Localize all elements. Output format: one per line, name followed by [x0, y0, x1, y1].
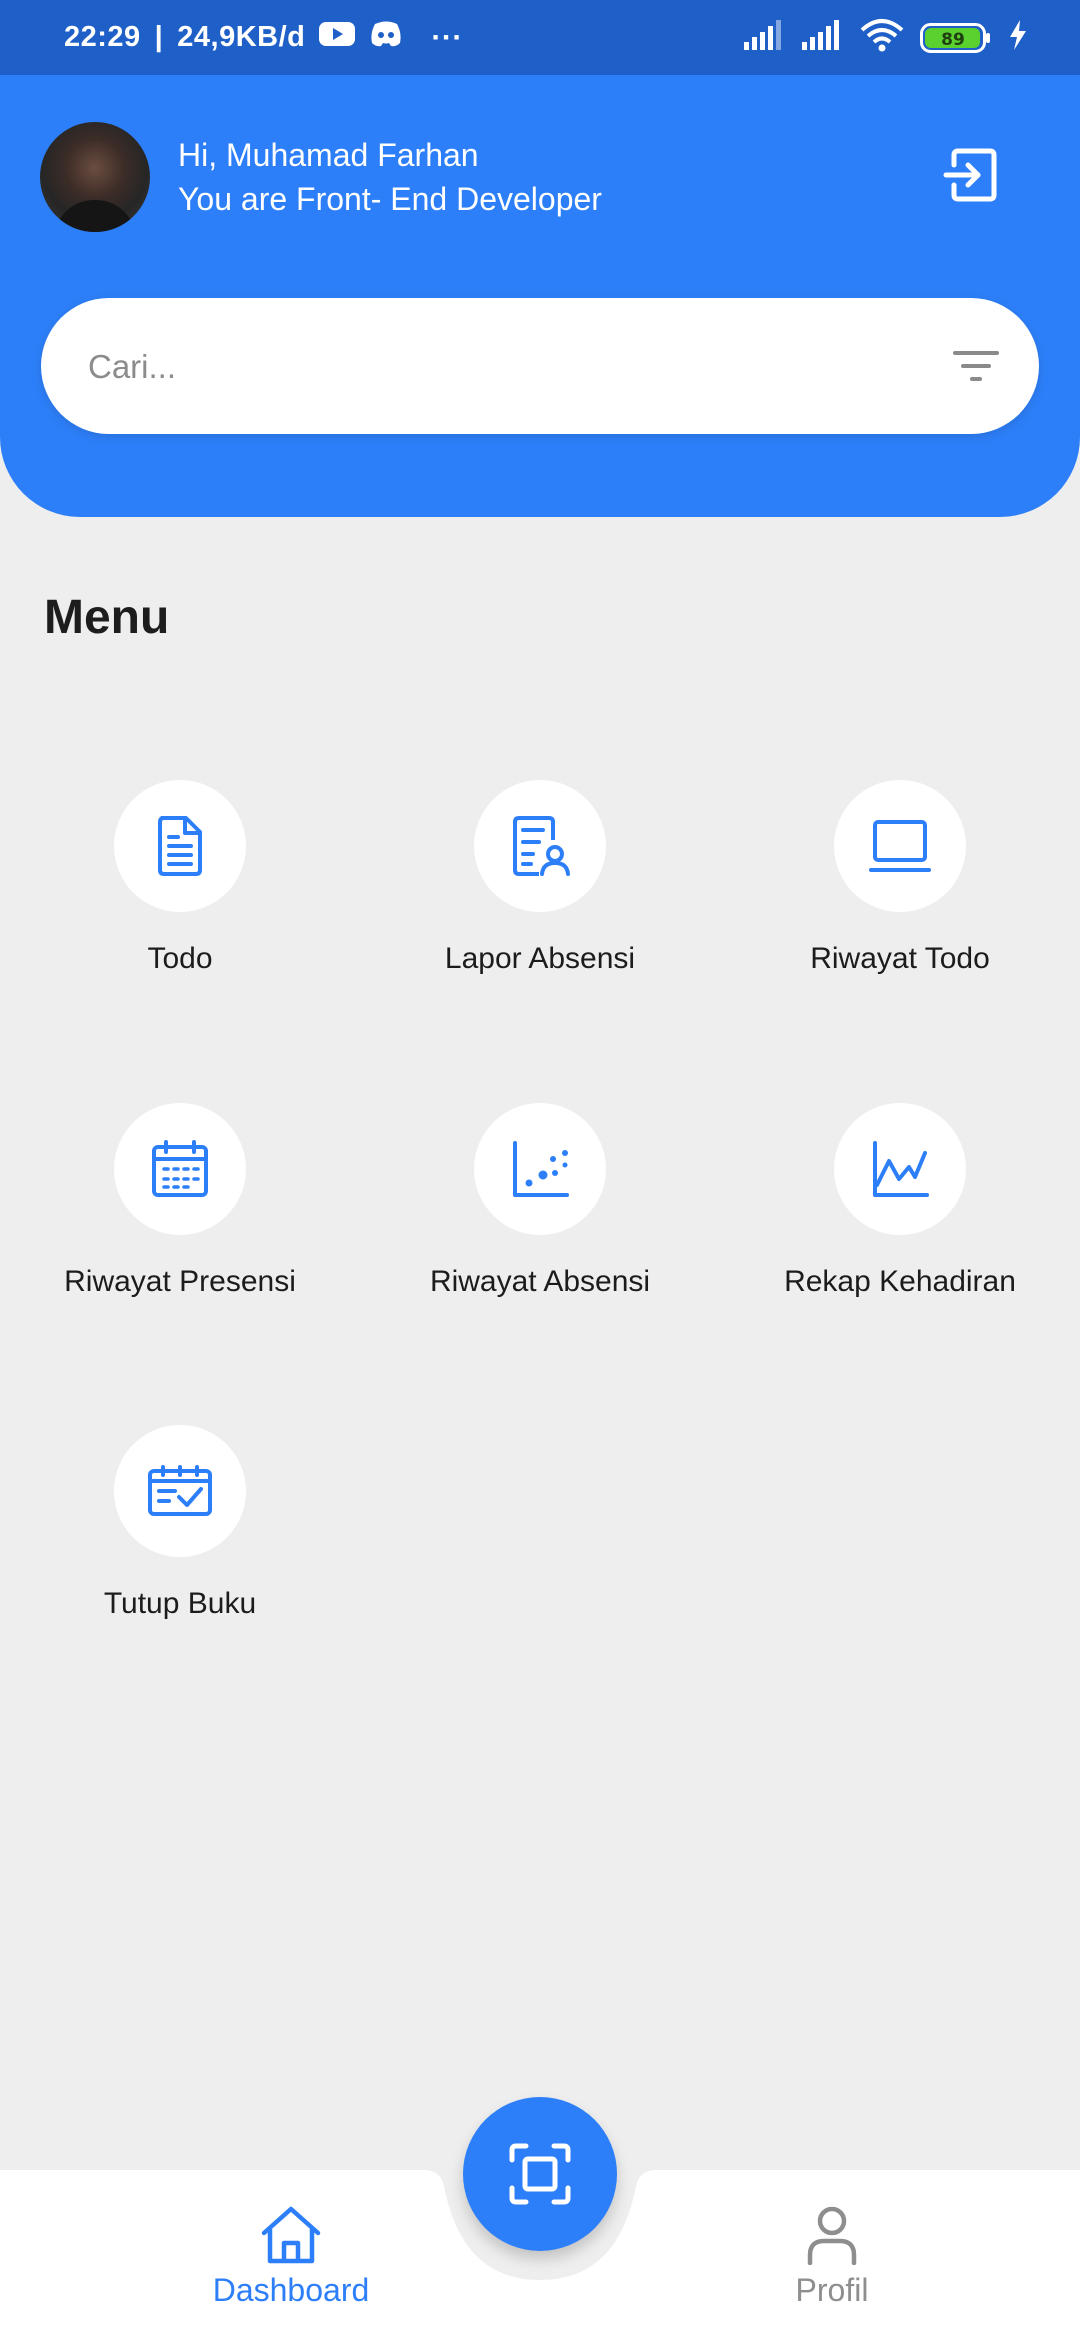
wifi-icon [860, 18, 904, 57]
scan-button[interactable] [463, 2097, 617, 2251]
menu-item-riwayat-todo[interactable]: Riwayat Todo [720, 780, 1080, 976]
menu-item-label: Lapor Absensi [444, 942, 636, 975]
avatar-shoulders [54, 200, 136, 232]
greeting-text: Hi, Muhamad Farhan [178, 137, 479, 173]
logout-button[interactable] [940, 143, 1004, 207]
menu-item-label: Riwayat Todo [810, 942, 990, 975]
menu-item-label: Riwayat Absensi [429, 1265, 651, 1298]
header: Hi, Muhamad Farhan You are Front- End De… [0, 75, 1080, 517]
scatter-chart-icon [513, 1141, 569, 1197]
status-bar-right: 89 [744, 0, 1028, 75]
menu-item-label: Rekap Kehadiran [784, 1265, 1016, 1298]
home-icon [261, 2206, 321, 2264]
calendar-icon [152, 1140, 208, 1197]
role-text: You are Front- End Developer [178, 181, 602, 217]
document-icon [158, 816, 202, 876]
menu-icon-circle [114, 780, 246, 912]
nav-profil-label: Profil [795, 2272, 869, 2308]
menu-icon-circle [114, 1425, 246, 1557]
menu-item-label: Tutup Buku [103, 1587, 257, 1620]
status-bar: 22:29 | 24,9KB/d ··· 89 [0, 0, 1080, 75]
nav-profil[interactable]: Profil [712, 2205, 952, 2309]
calendar-check-icon [148, 1465, 212, 1516]
nav-dashboard[interactable]: Dashboard [171, 2205, 411, 2309]
laptop-icon [869, 820, 931, 872]
menu-item-tutup-buku[interactable]: Tutup Buku [0, 1425, 360, 1621]
menu-icon-circle [474, 780, 606, 912]
menu-item-label: Todo [147, 942, 213, 975]
discord-icon [369, 20, 403, 56]
menu-item-riwayat-absensi[interactable]: Riwayat Absensi [360, 1103, 720, 1299]
menu-icon-circle [114, 1103, 246, 1235]
status-separator: | [154, 21, 164, 53]
logout-icon [943, 148, 997, 202]
clock: 22:29 [64, 21, 141, 53]
greeting-block: Hi, Muhamad Farhan You are Front- End De… [178, 133, 602, 221]
nav-dashboard-label: Dashboard [212, 2272, 370, 2308]
filter-button[interactable] [946, 343, 1006, 389]
menu-item-todo[interactable]: Todo [0, 780, 360, 976]
menu-icon-circle [474, 1103, 606, 1235]
report-user-icon [513, 816, 570, 876]
signal-icon [802, 20, 844, 55]
filter-icon [953, 351, 999, 381]
menu-icon-circle [834, 780, 966, 912]
charging-icon [1008, 20, 1028, 55]
avatar[interactable] [40, 122, 150, 232]
battery-icon: 89 [920, 22, 992, 53]
menu-item-lapor-absensi[interactable]: Lapor Absensi [360, 780, 720, 976]
youtube-icon [319, 20, 356, 56]
more-indicator: ··· [431, 20, 463, 54]
menu-item-riwayat-presensi[interactable]: Riwayat Presensi [0, 1103, 360, 1299]
menu-icon-circle [834, 1103, 966, 1235]
line-chart-icon [873, 1141, 929, 1197]
person-icon [807, 2206, 857, 2266]
menu-title: Menu [44, 591, 170, 644]
scan-icon [509, 2143, 571, 2205]
menu-item-rekap-kehadiran[interactable]: Rekap Kehadiran [720, 1103, 1080, 1299]
menu-item-label: Riwayat Presensi [64, 1265, 296, 1298]
signal-icon [744, 20, 786, 55]
network-speed: 24,9KB/d [177, 21, 306, 53]
search-bar [41, 298, 1039, 436]
battery-level: 89 [941, 30, 965, 50]
search-input[interactable] [86, 298, 910, 436]
status-bar-left: 22:29 | 24,9KB/d ··· [64, 0, 463, 75]
